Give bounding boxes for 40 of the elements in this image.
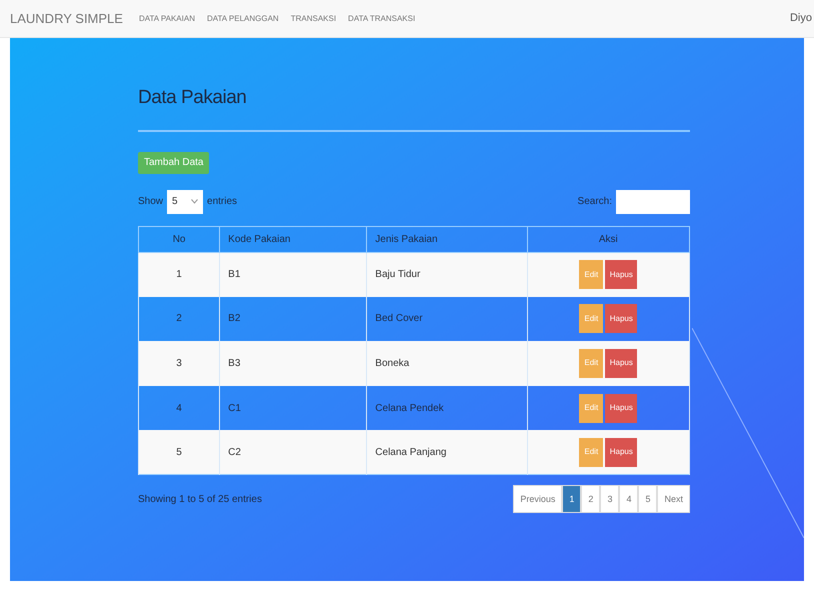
page-link[interactable]: 3 [600, 485, 620, 514]
table-cell: C2 [220, 430, 367, 475]
table-cell: Celana Panjang [366, 430, 528, 475]
table-cell: 3 [138, 341, 220, 386]
table-cell: 5 [138, 430, 220, 475]
column-header[interactable]: Aksi [527, 226, 690, 252]
delete-button[interactable]: Hapus [605, 304, 638, 334]
column-header[interactable]: Jenis Pakaian [366, 226, 528, 252]
length-select[interactable]: 5 [167, 190, 204, 214]
length-label: Show [138, 195, 164, 209]
search-label: Search: [578, 195, 612, 209]
user-link[interactable]: Diyo [790, 10, 812, 27]
table-cell: B1 [220, 252, 367, 297]
table-cell: Boneka [366, 341, 528, 386]
nav-link[interactable]: DATA PAKAIAN [138, 12, 195, 24]
brand-link[interactable]: LAUNDRY SIMPLE [10, 8, 123, 28]
nav-link[interactable]: DATA TRANSAKSI [348, 12, 416, 24]
add-data-button[interactable]: Tambah Data [138, 152, 210, 174]
length-label: entries [207, 195, 238, 209]
search-field[interactable] [616, 190, 690, 214]
nav-link[interactable]: TRANSAKSI [290, 12, 336, 24]
column-header[interactable]: No [138, 226, 220, 252]
delete-button[interactable]: Hapus [605, 348, 638, 378]
table-cell: B3 [220, 341, 367, 386]
page-title: Data Pakaian [138, 86, 248, 110]
table-cell: Baju Tidur [366, 252, 528, 297]
page-link[interactable]: 5 [638, 485, 658, 514]
page-link[interactable]: Previous [513, 485, 562, 514]
page-link[interactable]: 1 [562, 485, 582, 514]
page-link[interactable]: 4 [619, 485, 638, 514]
page-link[interactable]: Next [657, 485, 690, 514]
delete-button[interactable]: Hapus [605, 260, 638, 290]
table-info: Showing 1 to 5 of 25 entries [138, 492, 262, 507]
delete-button[interactable]: Hapus [605, 438, 638, 467]
delete-button[interactable]: Hapus [605, 394, 638, 423]
column-header[interactable]: Kode Pakaian [220, 226, 367, 252]
nav-link[interactable]: DATA PELANGGAN [206, 12, 279, 24]
chevron-down-icon [191, 199, 198, 204]
table-cell: 1 [138, 252, 220, 297]
page-link[interactable]: 2 [581, 485, 600, 514]
